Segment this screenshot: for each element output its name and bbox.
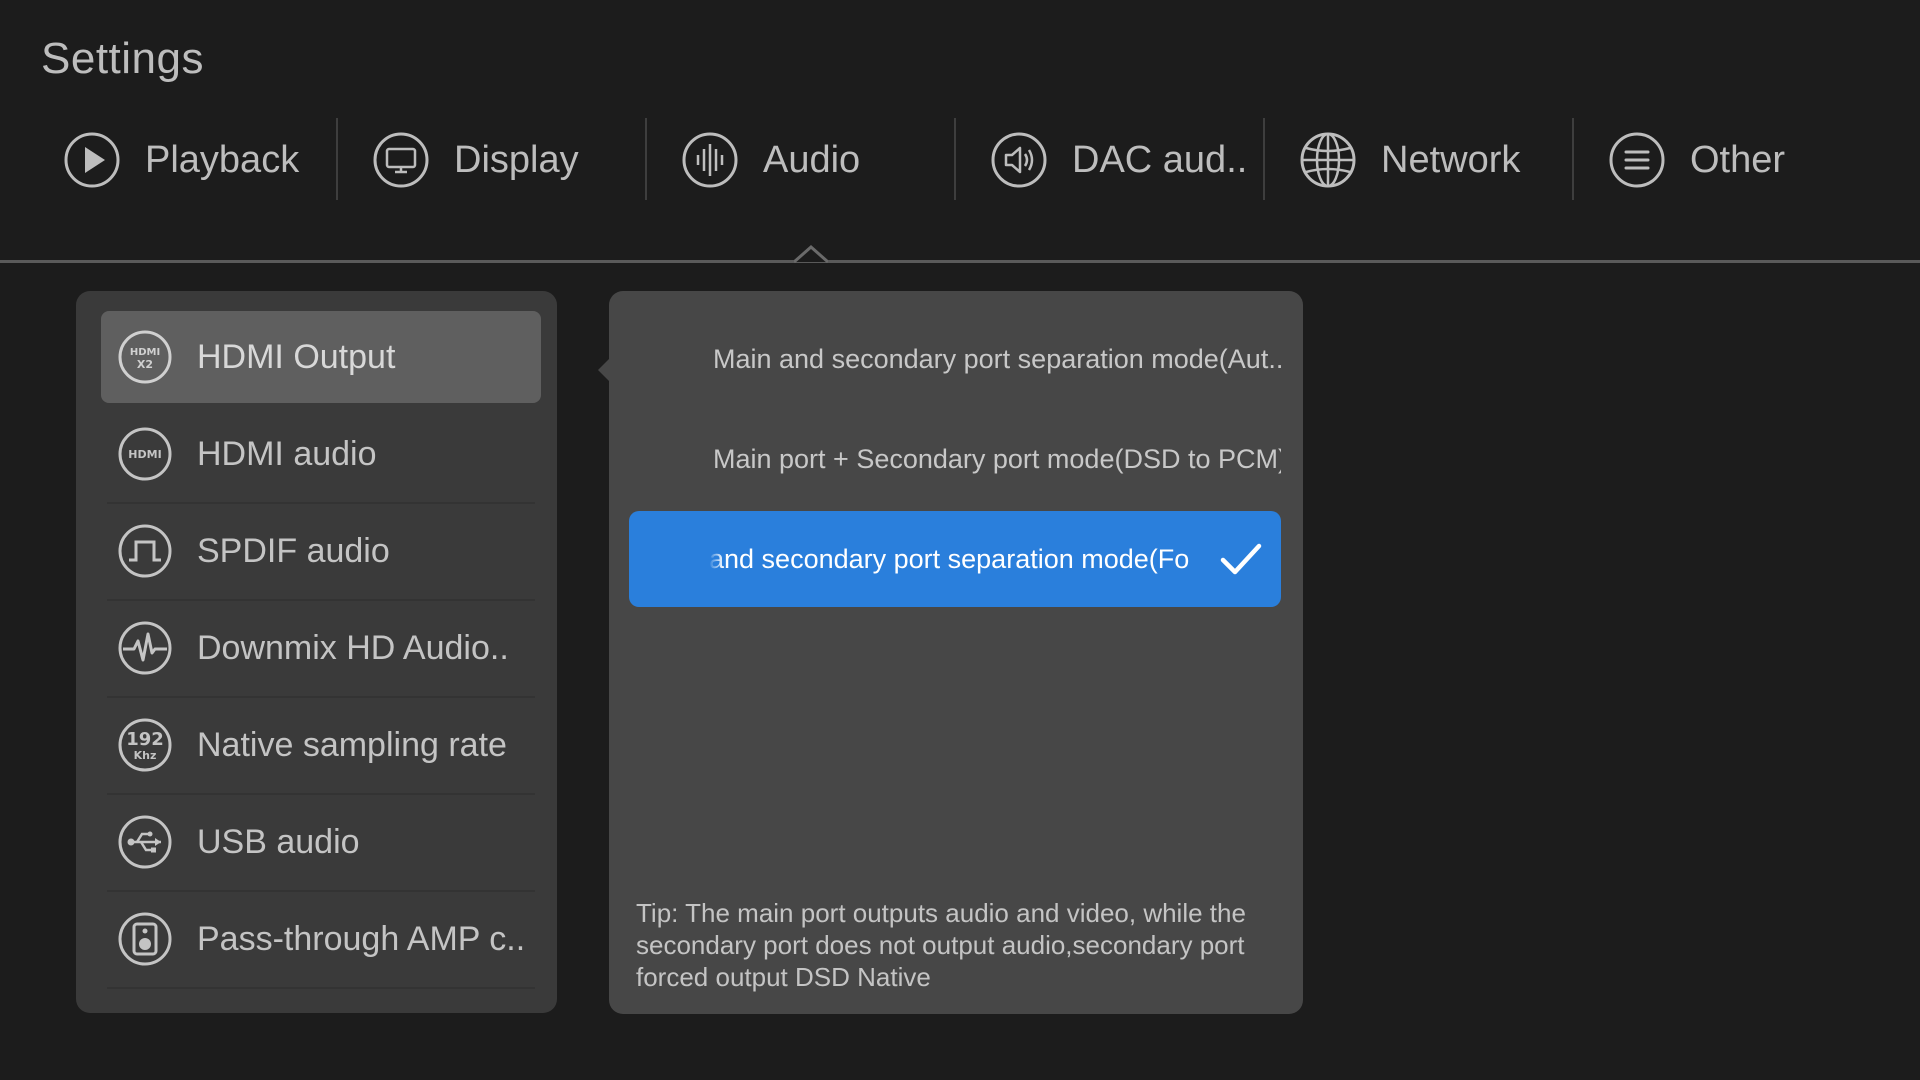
tab-label: Network <box>1381 138 1521 181</box>
tab-separator <box>645 118 647 200</box>
menu-item-label: Downmix HD Audio.. <box>197 628 509 667</box>
active-tab-caret <box>794 245 828 264</box>
play-icon <box>64 132 120 188</box>
tab-dac-audio[interactable]: DAC aud.. <box>970 118 1279 202</box>
menu-divider <box>107 890 535 892</box>
svg-text:HDMI: HDMI <box>128 448 161 461</box>
audio-settings-menu: HDMI X2 HDMI Output HDMI HDMI audio SPDI… <box>76 291 557 1013</box>
menu-divider <box>107 987 535 989</box>
menu-lines-icon <box>1609 132 1665 188</box>
tab-separator <box>1263 118 1265 200</box>
menu-item-label: Pass-through AMP c.. <box>197 919 526 958</box>
menu-item-downmix-hd-audio[interactable]: Downmix HD Audio.. <box>101 602 541 698</box>
option-label: Main port + Secondary port mode(DSD to P… <box>713 443 1281 474</box>
checkmark-icon <box>1220 543 1262 575</box>
svg-text:192: 192 <box>126 729 164 750</box>
tab-playback[interactable]: Playback <box>43 118 352 202</box>
svg-text:HDMI: HDMI <box>130 347 160 358</box>
tab-network[interactable]: Network <box>1279 118 1588 202</box>
tab-separator <box>336 118 338 200</box>
tab-label: Display <box>454 138 579 181</box>
menu-item-label: HDMI audio <box>197 434 377 473</box>
option-separation-forced[interactable]: and secondary port separation mode(Fo <box>629 511 1281 607</box>
option-label: Main and secondary port separation mode(… <box>713 343 1281 374</box>
hdmi-icon: HDMI <box>118 427 172 481</box>
menu-item-spdif-audio[interactable]: SPDIF audio <box>101 505 541 601</box>
menu-divider <box>107 793 535 795</box>
tab-separator <box>1572 118 1574 200</box>
spdif-pulse-icon <box>118 524 172 578</box>
menu-divider <box>107 599 535 601</box>
menu-item-label: Native sampling rate <box>197 725 507 764</box>
menu-item-hdmi-audio[interactable]: HDMI HDMI audio <box>101 408 541 504</box>
tab-separator <box>954 118 956 200</box>
page-title: Settings <box>41 34 204 83</box>
tab-label: Playback <box>145 138 300 181</box>
option-separation-auto[interactable]: Main and secondary port separation mode(… <box>629 311 1281 407</box>
settings-tab-bar: Playback Display Audio DAC aud.. Network… <box>0 118 1920 202</box>
monitor-icon <box>373 132 429 188</box>
hdmi-x2-icon: HDMI X2 <box>118 330 172 384</box>
tab-label: DAC aud.. <box>1072 138 1248 181</box>
menu-item-usb-audio[interactable]: USB audio <box>101 796 541 892</box>
audio-wave-icon <box>682 132 738 188</box>
svg-text:Khz: Khz <box>134 749 157 762</box>
menu-item-native-sampling-rate[interactable]: 192 Khz Native sampling rate <box>101 699 541 795</box>
tab-other[interactable]: Other <box>1588 118 1897 202</box>
svg-text:X2: X2 <box>137 358 153 371</box>
option-main-plus-secondary[interactable]: Main port + Secondary port mode(DSD to P… <box>629 411 1281 507</box>
tab-underline <box>0 260 1920 263</box>
usb-icon <box>118 815 172 869</box>
settings-screen: Settings Playback Display Audio DAC aud.… <box>0 0 1920 1080</box>
hdmi-output-options: Main and secondary port separation mode(… <box>609 291 1303 1014</box>
menu-item-label: USB audio <box>197 822 360 861</box>
amp-speaker-icon <box>118 912 172 966</box>
menu-divider <box>107 502 535 504</box>
option-label: and secondary port separation mode(Fo <box>709 543 1190 574</box>
tab-label: Other <box>1690 138 1786 181</box>
tab-audio[interactable]: Audio <box>661 118 970 202</box>
menu-item-label: HDMI Output <box>197 337 396 376</box>
menu-item-pass-through-amp[interactable]: Pass-through AMP c.. <box>101 893 541 989</box>
tab-label: Audio <box>763 138 861 181</box>
speaker-icon <box>991 132 1047 188</box>
menu-item-label: SPDIF audio <box>197 531 390 570</box>
option-tip-text: Tip: The main port outputs audio and vid… <box>636 898 1246 992</box>
waveform-icon <box>118 621 172 675</box>
tab-display[interactable]: Display <box>352 118 661 202</box>
globe-icon <box>1300 132 1356 188</box>
192khz-icon: 192 Khz <box>118 718 172 772</box>
menu-item-hdmi-output[interactable]: HDMI X2 HDMI Output <box>101 311 541 403</box>
menu-divider <box>107 696 535 698</box>
